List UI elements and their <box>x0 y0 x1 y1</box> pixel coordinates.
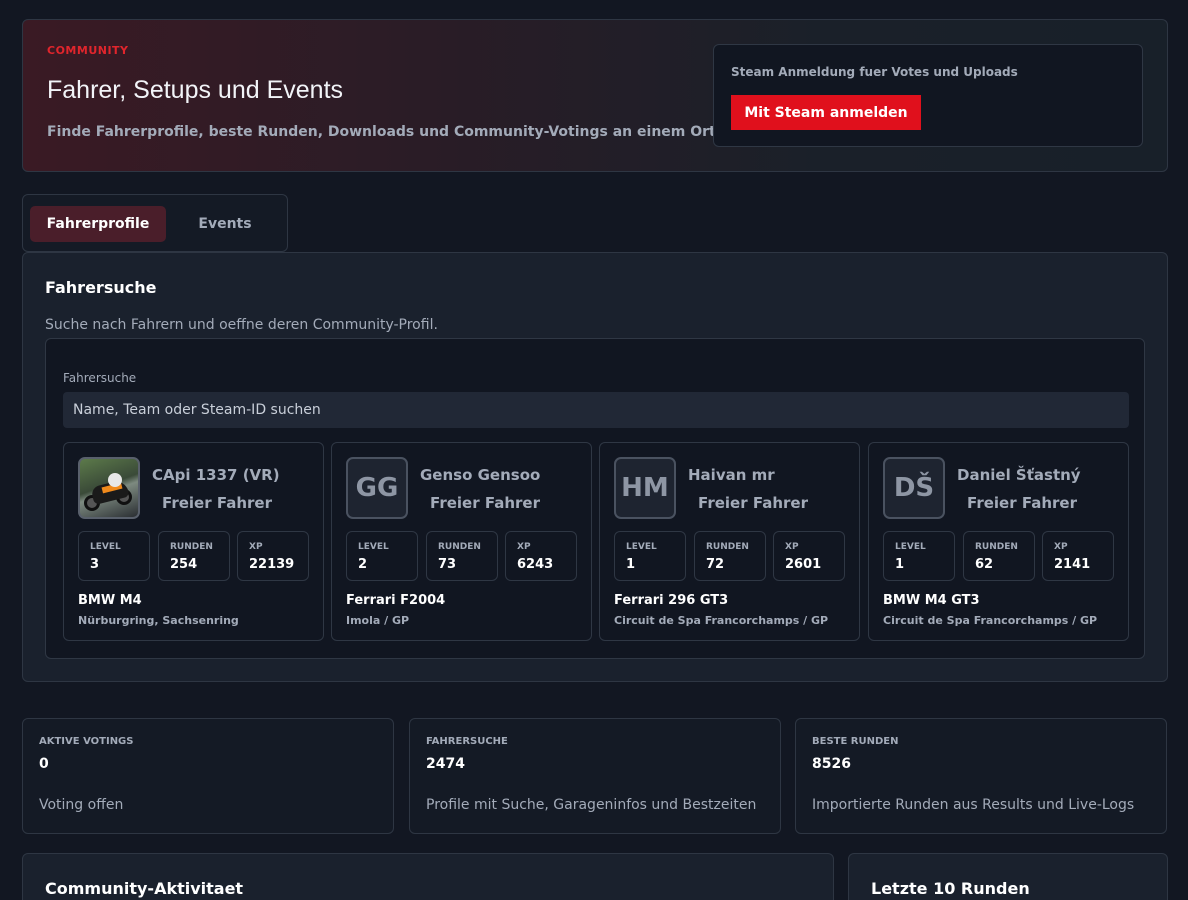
driver-card[interactable]: HM Haivan mr Freier Fahrer LEVEL 1 RUNDE… <box>599 442 860 641</box>
driver-track: Circuit de Spa Francorchamps / GP <box>883 614 1098 627</box>
tab-fahrerprofile[interactable]: Fahrerprofile <box>30 206 166 242</box>
driver-role: Freier Fahrer <box>967 494 1077 512</box>
metric-card-beste-runden: BESTE RUNDEN 8526 Importierte Runden aus… <box>795 718 1167 834</box>
stat-value: 1 <box>895 557 905 572</box>
steam-login-box: Steam Anmeldung fuer Votes und Uploads M… <box>713 44 1143 147</box>
page-title: Fahrer, Setups und Events <box>47 76 344 104</box>
stat-value: 22139 <box>249 557 295 572</box>
stat-level: LEVEL 2 <box>346 531 418 581</box>
driver-role: Freier Fahrer <box>698 494 808 512</box>
driver-search-box: Fahrersuche CApi 1337 (VR) Freier Fahrer… <box>45 338 1145 659</box>
stat-runden: RUNDEN 254 <box>158 531 230 581</box>
stat-label: XP <box>517 542 531 552</box>
search-input[interactable] <box>63 392 1129 428</box>
stat-label: XP <box>785 542 799 552</box>
driver-search-panel: Fahrersuche Suche nach Fahrern und oeffn… <box>22 252 1168 682</box>
driver-role: Freier Fahrer <box>430 494 540 512</box>
driver-avatar: DŠ <box>883 457 945 519</box>
hero-subtitle: Finde Fahrerprofile, beste Runden, Downl… <box>47 124 722 140</box>
stat-value: 254 <box>170 557 198 572</box>
driver-name[interactable]: CApi 1337 (VR) <box>152 466 280 484</box>
stat-value: 1 <box>626 557 636 572</box>
driver-role: Freier Fahrer <box>162 494 272 512</box>
driver-car: BMW M4 <box>78 593 142 608</box>
driver-card[interactable]: DŠ Daniel Šťastný Freier Fahrer LEVEL 1 … <box>868 442 1129 641</box>
stat-xp: XP 2141 <box>1042 531 1114 581</box>
tab-events[interactable]: Events <box>185 206 265 242</box>
metric-description: Profile mit Suche, Garageninfos und Best… <box>426 797 757 813</box>
stat-xp: XP 6243 <box>505 531 577 581</box>
stat-label: LEVEL <box>358 542 389 552</box>
driver-card[interactable]: GG Genso Gensoo Freier Fahrer LEVEL 2 RU… <box>331 442 592 641</box>
stat-xp: XP 22139 <box>237 531 309 581</box>
metric-card-votings: AKTIVE VOTINGS 0 Voting offen <box>22 718 394 834</box>
metric-value: 0 <box>39 756 49 772</box>
metric-description: Importierte Runden aus Results und Live-… <box>812 797 1135 813</box>
stat-value: 72 <box>706 557 725 572</box>
stat-level: LEVEL 1 <box>883 531 955 581</box>
stat-level: LEVEL 3 <box>78 531 150 581</box>
last-laps-title: Letzte 10 Runden <box>871 879 1030 898</box>
stat-runden: RUNDEN 73 <box>426 531 498 581</box>
stat-label: XP <box>249 542 263 552</box>
driver-avatar: GG <box>346 457 408 519</box>
stat-label: XP <box>1054 542 1068 552</box>
stat-value: 2 <box>358 557 368 572</box>
driver-car: BMW M4 GT3 <box>883 593 980 608</box>
driver-avatar <box>78 457 140 519</box>
last-laps-panel: Letzte 10 Runden <box>848 853 1168 900</box>
stat-runden: RUNDEN 62 <box>963 531 1035 581</box>
stat-runden: RUNDEN 72 <box>694 531 766 581</box>
driver-track: Nürburgring, Sachsenring <box>78 614 239 627</box>
stat-value: 3 <box>90 557 100 572</box>
stat-label: LEVEL <box>626 542 657 552</box>
stat-value: 73 <box>438 557 457 572</box>
stat-value: 62 <box>975 557 994 572</box>
driver-car: Ferrari 296 GT3 <box>614 593 729 608</box>
stat-label: RUNDEN <box>170 542 213 552</box>
stat-label: RUNDEN <box>975 542 1018 552</box>
driver-name[interactable]: Genso Gensoo <box>420 466 540 484</box>
driver-card[interactable]: CApi 1337 (VR) Freier Fahrer LEVEL 3 RUN… <box>63 442 324 641</box>
stat-xp: XP 2601 <box>773 531 845 581</box>
steam-login-button[interactable]: Mit Steam anmelden <box>731 95 921 130</box>
driver-track: Imola / GP <box>346 614 410 627</box>
driver-name[interactable]: Daniel Šťastný <box>957 466 1081 484</box>
hero-eyebrow: COMMUNITY <box>47 44 129 57</box>
driver-track: Circuit de Spa Francorchamps / GP <box>614 614 829 627</box>
driver-search-description: Suche nach Fahrern und oeffne deren Comm… <box>45 317 438 333</box>
search-field-label: Fahrersuche <box>63 371 137 385</box>
stat-level: LEVEL 1 <box>614 531 686 581</box>
stat-label: RUNDEN <box>706 542 749 552</box>
stat-label: LEVEL <box>895 542 926 552</box>
community-activity-title: Community-Aktivitaet <box>45 879 244 898</box>
metric-label: BESTE RUNDEN <box>812 736 899 747</box>
driver-car: Ferrari F2004 <box>346 593 446 608</box>
community-hero: COMMUNITY Fahrer, Setups und Events Find… <box>22 19 1168 172</box>
driver-avatar: HM <box>614 457 676 519</box>
stat-label: RUNDEN <box>438 542 481 552</box>
metric-label: FAHRERSUCHE <box>426 736 508 747</box>
metric-value: 8526 <box>812 756 851 772</box>
metric-label: AKTIVE VOTINGS <box>39 736 134 747</box>
stat-value: 2601 <box>785 557 822 572</box>
stat-value: 2141 <box>1054 557 1091 572</box>
stat-label: LEVEL <box>90 542 121 552</box>
stat-value: 6243 <box>517 557 554 572</box>
metric-card-fahrersuche: FAHRERSUCHE 2474 Profile mit Suche, Gara… <box>409 718 781 834</box>
community-activity-panel: Community-Aktivitaet <box>22 853 834 900</box>
steam-login-hint: Steam Anmeldung fuer Votes und Uploads <box>731 65 1018 79</box>
metric-value: 2474 <box>426 756 465 772</box>
driver-name[interactable]: Haivan mr <box>688 466 775 484</box>
driver-search-title: Fahrersuche <box>45 278 157 297</box>
tab-bar: Fahrerprofile Events <box>22 194 288 252</box>
metric-description: Voting offen <box>39 797 124 813</box>
